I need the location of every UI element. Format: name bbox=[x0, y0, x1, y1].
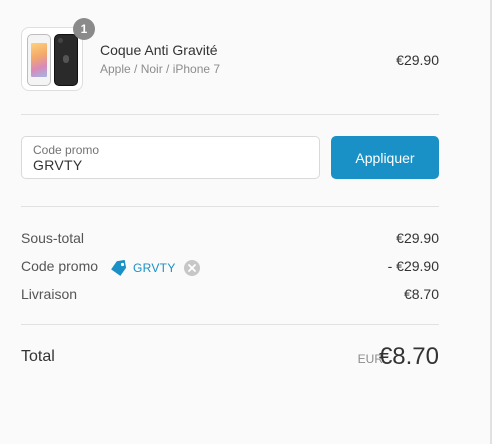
subtotal-value: €29.90 bbox=[396, 230, 439, 246]
shipping-label: Livraison bbox=[21, 286, 78, 302]
product-thumbnail bbox=[21, 27, 83, 91]
promo-code-value[interactable]: GRVTY bbox=[33, 157, 82, 173]
total-label: Total bbox=[21, 348, 55, 365]
discount-code: GRVTY bbox=[133, 261, 176, 275]
discount-tag: GRVTY bbox=[110, 258, 200, 278]
promo-code-label: Code promo bbox=[33, 143, 100, 157]
subtotal-label: Sous-total bbox=[21, 230, 85, 246]
shipping-value: €8.70 bbox=[403, 286, 439, 302]
tag-icon bbox=[111, 260, 127, 276]
order-summary: 1 Coque Anti Gravité Apple / Noir / iPho… bbox=[21, 0, 439, 385]
discount-value: - €29.90 bbox=[387, 258, 439, 274]
promo-code-input[interactable]: Code promo GRVTY bbox=[21, 136, 320, 179]
discount-line: Code promo GRVTY - €29.90 bbox=[21, 258, 439, 278]
close-icon[interactable] bbox=[183, 260, 200, 276]
total-amount: €8.70 bbox=[378, 343, 439, 370]
totals-section: Sous-total €29.90 Code promo GRVTY - €29… bbox=[21, 207, 439, 324]
grand-total: Total EUR €8.70 bbox=[21, 325, 439, 385]
quantity-badge: 1 bbox=[73, 18, 95, 40]
subtotal-line: Sous-total €29.90 bbox=[21, 230, 439, 250]
discount-label: Code promo bbox=[21, 258, 99, 274]
apply-button[interactable]: Appliquer bbox=[331, 136, 439, 179]
product-name: Coque Anti Gravité bbox=[100, 42, 218, 58]
white-phone-image bbox=[27, 34, 51, 86]
product-price: €29.90 bbox=[396, 52, 439, 68]
shipping-line: Livraison €8.70 bbox=[21, 286, 439, 306]
black-case-image bbox=[54, 34, 78, 86]
promo-section: Code promo GRVTY Appliquer bbox=[21, 115, 439, 206]
product-variant: Apple / Noir / iPhone 7 bbox=[100, 62, 221, 76]
product-line-item: 1 Coque Anti Gravité Apple / Noir / iPho… bbox=[21, 0, 439, 114]
